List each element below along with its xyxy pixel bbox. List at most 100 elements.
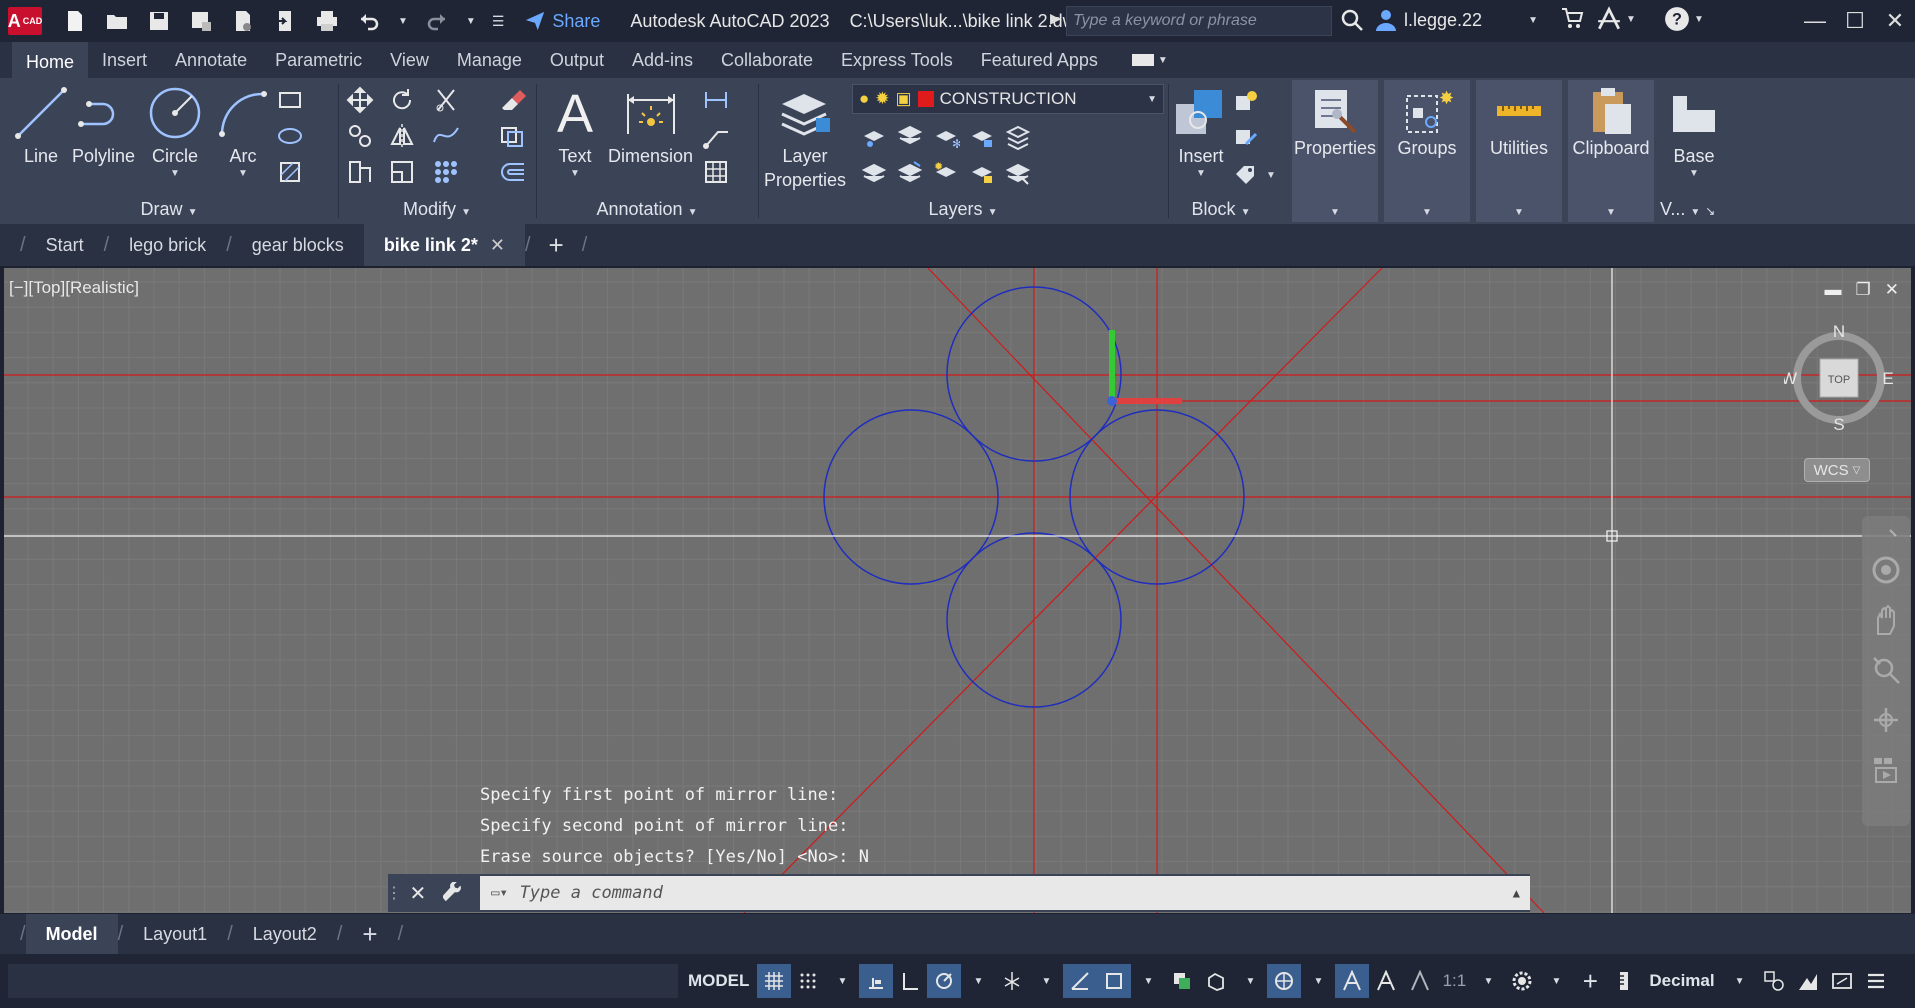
polyline-tool-button[interactable]: Polyline xyxy=(72,84,135,168)
file-tab-lego-brick[interactable]: lego brick xyxy=(109,224,226,266)
customize-wrench-icon[interactable] xyxy=(439,878,469,908)
layer-merge-icon[interactable] xyxy=(1004,158,1034,188)
drawing-viewport[interactable]: [−][Top][Realistic] ▬ ❐ ✕ TOP N S E W WC… xyxy=(4,268,1911,913)
properties-button[interactable]: Properties ▼ xyxy=(1292,80,1378,222)
command-input[interactable]: ▭▾ Type a command ▲ xyxy=(479,876,1530,910)
new-layout-plus-icon[interactable]: + xyxy=(342,914,397,954)
ellipse-icon[interactable] xyxy=(276,122,306,152)
rectangle-icon[interactable] xyxy=(276,86,306,116)
isodraft-icon[interactable] xyxy=(995,964,1029,998)
spline-icon[interactable] xyxy=(432,122,462,152)
trim-icon[interactable] xyxy=(432,86,462,116)
move-icon[interactable] xyxy=(346,86,376,116)
compass-south[interactable]: S xyxy=(1833,415,1844,434)
layout-tab-model[interactable]: Model xyxy=(25,914,118,954)
osnap-dropdown-icon[interactable]: ▼ xyxy=(1131,964,1165,998)
polar-dropdown-icon[interactable]: ▼ xyxy=(961,964,995,998)
file-tab-gear-blocks[interactable]: gear blocks xyxy=(232,224,364,266)
new-file-icon[interactable] xyxy=(62,8,88,34)
viewport-minimize-icon[interactable]: ▬ xyxy=(1825,280,1842,300)
cart-icon[interactable] xyxy=(1560,6,1584,30)
gizmo-icon[interactable] xyxy=(1267,964,1302,998)
annotation-scale-icon[interactable] xyxy=(1403,964,1437,998)
tab-parametric[interactable]: Parametric xyxy=(261,42,376,78)
graphics-performance-icon[interactable] xyxy=(1791,964,1825,998)
layer-isolate-icon[interactable] xyxy=(896,122,926,152)
viewcube[interactable]: TOP N S E W xyxy=(1781,322,1894,434)
user-account[interactable]: l.legge.22 ▼ xyxy=(1374,8,1538,32)
base-dropdown-icon[interactable]: ▼ xyxy=(1689,168,1699,179)
close-window-icon[interactable]: ✕ xyxy=(1880,6,1910,36)
save-icon[interactable] xyxy=(146,8,172,34)
tab-featured-apps[interactable]: Featured Apps xyxy=(967,42,1112,78)
ortho-icon[interactable] xyxy=(893,964,927,998)
annotation-visibility-icon[interactable] xyxy=(1335,964,1370,998)
layer-unlock-icon[interactable] xyxy=(968,158,998,188)
erase-icon[interactable] xyxy=(498,86,528,116)
redo-icon[interactable] xyxy=(424,8,450,34)
object-snap-tracking-icon[interactable] xyxy=(1063,964,1098,998)
rotate-icon[interactable] xyxy=(388,86,418,116)
quick-properties-icon[interactable] xyxy=(1757,964,1791,998)
selection-dropdown-icon[interactable]: ▼ xyxy=(1233,964,1267,998)
orbit-icon[interactable] xyxy=(1870,704,1902,736)
tab-manage[interactable]: Manage xyxy=(443,42,536,78)
close-command-icon[interactable]: ✕ xyxy=(403,878,433,908)
draw-panel-title[interactable]: Draw ▼ xyxy=(0,199,338,220)
insert-dropdown-icon[interactable]: ▼ xyxy=(1196,168,1206,179)
wcs-menu-button[interactable]: WCS ▽ xyxy=(1804,458,1870,482)
customization-menu-icon[interactable] xyxy=(1859,964,1893,998)
tab-annotate[interactable]: Annotate xyxy=(161,42,261,78)
compass-west[interactable]: W xyxy=(1781,369,1797,388)
snap-dropdown-icon[interactable]: ▼ xyxy=(825,964,859,998)
viewport-restore-icon[interactable]: ❐ xyxy=(1856,280,1871,300)
text-dropdown-icon[interactable]: ▼ xyxy=(570,168,580,179)
help-icon[interactable]: ? ▼ xyxy=(1664,6,1704,32)
clipboard-button[interactable]: Clipboard ▼ xyxy=(1568,80,1654,222)
groups-button[interactable]: ✸ Groups ▼ xyxy=(1384,80,1470,222)
circle-dropdown-icon[interactable]: ▼ xyxy=(170,168,180,179)
application-menu-button[interactable]: A CAD xyxy=(8,7,42,35)
search-input[interactable]: Type a keyword or phrase xyxy=(1066,6,1332,36)
attribute-dropdown-icon[interactable]: ▼ xyxy=(1266,170,1276,181)
layer-walk-icon[interactable] xyxy=(1004,122,1034,152)
steering-wheel-icon[interactable] xyxy=(1870,554,1902,586)
dimension-tool-button[interactable]: Dimension xyxy=(608,84,693,168)
arc-tool-button[interactable]: Arc ▼ xyxy=(214,84,272,179)
transparency-icon[interactable] xyxy=(1165,964,1199,998)
edit-block-icon[interactable] xyxy=(1232,122,1262,152)
offset-icon[interactable] xyxy=(498,158,528,188)
arc-dropdown-icon[interactable]: ▼ xyxy=(238,168,248,179)
import-icon[interactable] xyxy=(272,8,298,34)
units-value[interactable]: Decimal xyxy=(1641,964,1722,998)
make-current-icon[interactable] xyxy=(860,158,890,188)
showmotion-icon[interactable] xyxy=(1870,754,1902,786)
layer-properties-button[interactable]: Layer Properties xyxy=(764,84,846,192)
viewport-close-icon[interactable]: ✕ xyxy=(1885,280,1899,300)
tab-output[interactable]: Output xyxy=(536,42,618,78)
pan-hand-icon[interactable] xyxy=(1870,604,1902,636)
infer-constraints-icon[interactable] xyxy=(859,964,894,998)
file-tab-start[interactable]: Start xyxy=(26,224,104,266)
circle-tool-button[interactable]: Circle ▼ xyxy=(146,84,204,179)
scale-icon[interactable] xyxy=(388,158,418,188)
base-view-button[interactable]: Base ▼ xyxy=(1658,84,1730,179)
grid-icon[interactable] xyxy=(757,964,792,998)
object-snap-icon[interactable] xyxy=(1097,964,1132,998)
viewport-controls-label[interactable]: [−][Top][Realistic] xyxy=(9,278,139,298)
linear-dimension-icon[interactable] xyxy=(702,86,732,116)
navigation-bar-close-icon[interactable] xyxy=(1870,524,1902,556)
chevron-right-icon[interactable]: ▶ xyxy=(1050,10,1061,27)
layers-panel-title[interactable]: Layers ▼ xyxy=(758,199,1168,220)
leader-icon[interactable] xyxy=(702,122,732,152)
command-history-toggle-icon[interactable]: ▲ xyxy=(1513,886,1520,900)
save-as-icon[interactable] xyxy=(188,8,214,34)
copy-icon[interactable] xyxy=(346,122,376,152)
units-dropdown-icon[interactable]: ▼ xyxy=(1723,964,1757,998)
undo-dropdown-icon[interactable]: ▼ xyxy=(398,16,408,27)
user-dropdown-icon[interactable]: ▼ xyxy=(1528,15,1538,26)
redo-dropdown-icon[interactable]: ▼ xyxy=(466,16,476,27)
isodraft-dropdown-icon[interactable]: ▼ xyxy=(1029,964,1063,998)
workspace-gear-icon[interactable] xyxy=(1505,964,1539,998)
layer-freeze-icon[interactable]: ✻ xyxy=(932,122,962,152)
